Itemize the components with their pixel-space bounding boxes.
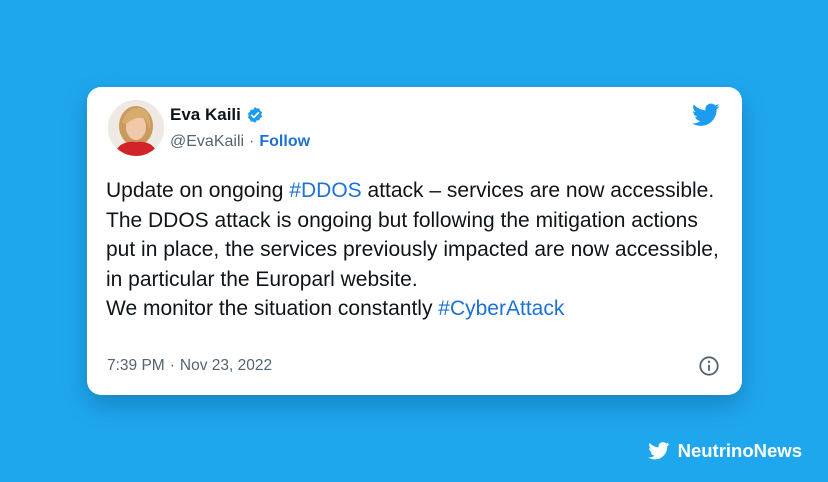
brand-name: NeutrinoNews [677, 440, 802, 461]
tweet-date: Nov 23, 2022 [179, 357, 273, 374]
tweet-card: Eva Kaili @EvaKaili · Follow Update on o… [87, 87, 742, 395]
twitter-bird-icon [647, 442, 670, 460]
verified-badge-icon [246, 106, 264, 124]
text-segment: attack – services are now accessible. [361, 179, 715, 202]
tweet-paragraph-3: We monitor the situation constantly #Cyb… [106, 294, 726, 324]
hashtag-link-cyberattack[interactable]: #CyberAttack [438, 297, 564, 320]
author-row: Eva Kaili [170, 105, 264, 125]
hashtag-link-ddos[interactable]: #DDOS [289, 179, 361, 202]
twitter-bird-icon[interactable] [692, 103, 720, 127]
author-handle[interactable]: @EvaKaili [170, 133, 244, 151]
tweet-time: 7:39 PM [107, 357, 165, 374]
brand-watermark: NeutrinoNews [647, 440, 802, 462]
tweet-paragraph-1: Update on ongoing #DDOS attack – service… [106, 176, 726, 206]
tweet-timestamp[interactable]: 7:39 PM · Nov 23, 2022 [107, 357, 272, 375]
author-name[interactable]: Eva Kaili [170, 105, 241, 125]
follow-button[interactable]: Follow [259, 133, 310, 151]
tweet-paragraph-2: The DDOS attack is ongoing but following… [106, 208, 719, 291]
timestamp-separator: · [169, 357, 175, 374]
handle-row: @EvaKaili · Follow [170, 133, 310, 151]
text-segment: We monitor the situation constantly [106, 297, 439, 320]
info-icon[interactable] [698, 355, 720, 377]
avatar[interactable] [108, 100, 164, 156]
text-segment: Update on ongoing [106, 179, 290, 202]
handle-separator: · [249, 133, 255, 150]
tweet-text: Update on ongoing #DDOS attack – service… [106, 176, 726, 324]
